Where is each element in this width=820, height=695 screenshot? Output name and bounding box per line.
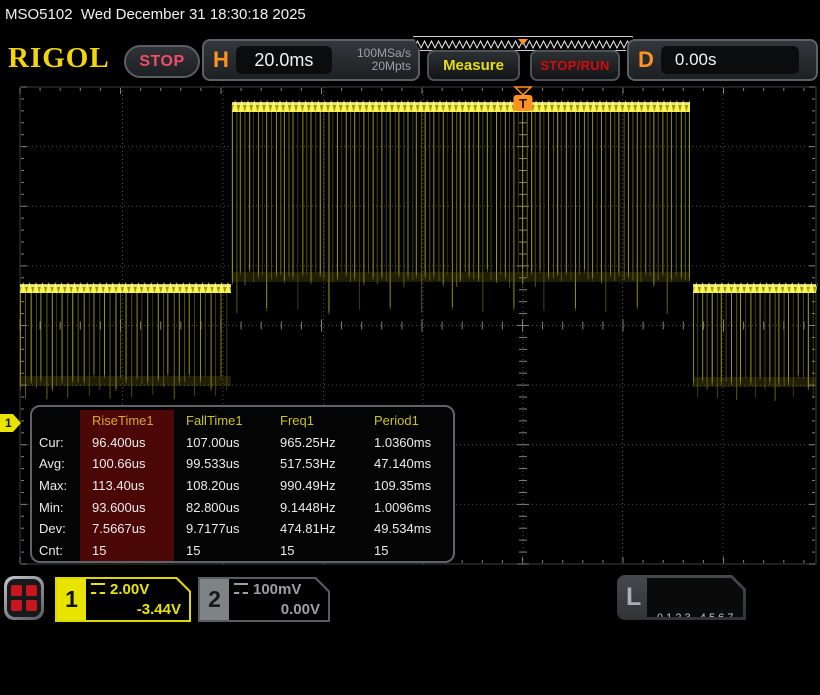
dc-coupling-icon	[91, 583, 105, 594]
measurement-value: 82.800us	[174, 496, 268, 518]
logic-label: L	[626, 583, 641, 612]
measurement-column-header: Freq1	[268, 410, 362, 432]
logic-channels-badge[interactable]: L 0 1 2 3 4 5 6 7 8 9 10 11 12 13 14 15	[617, 575, 746, 620]
measurement-row-label: Max:	[32, 475, 80, 497]
measurement-row-label: Cur:	[32, 432, 80, 454]
measurement-value: 113.40us	[80, 475, 174, 497]
measurement-row-label: Dev:	[32, 518, 80, 540]
measurement-value: 93.600us	[80, 496, 174, 518]
measurement-row-label: Min:	[32, 496, 80, 518]
channel2-scale: 100mV	[253, 581, 301, 598]
red-square-icon	[26, 600, 37, 611]
trigger-position-marker[interactable]: T	[514, 87, 533, 111]
measurement-value: 9.7177us	[174, 518, 268, 540]
measurement-row-label: Cnt:	[32, 540, 80, 562]
red-square-icon	[26, 585, 37, 596]
measurement-value: 47.140ms	[362, 453, 453, 475]
measurement-value: 109.35ms	[362, 475, 453, 497]
measurement-value: 15	[268, 540, 362, 562]
corner-cell	[32, 410, 80, 432]
measurement-value: 15	[362, 540, 453, 562]
channel1-waveform	[20, 100, 818, 401]
dc-coupling-icon	[234, 583, 248, 594]
measurement-value: 1.0360ms	[362, 432, 453, 454]
measurement-value: 965.25Hz	[268, 432, 362, 454]
trigger-marker-label: T	[519, 96, 527, 111]
channel2-number: 2	[200, 579, 229, 620]
measurement-column-header: RiseTime1	[80, 410, 174, 432]
measurement-value: 49.534ms	[362, 518, 453, 540]
channel1-badge[interactable]: 1 2.00V -3.44V	[55, 577, 191, 622]
measurement-column-header: Period1	[362, 410, 453, 432]
channel2-badge[interactable]: 2 100mV 0.00V	[198, 577, 330, 622]
measurement-value: 108.20us	[174, 475, 268, 497]
logic-channel-numbers: 0 1 2 3 4 5 6 7 8 9 10 11 12 13 14 15	[647, 578, 743, 617]
menu-windows-icon[interactable]	[4, 576, 44, 620]
measurement-value: 9.1448Hz	[268, 496, 362, 518]
measurement-value: 100.66us	[80, 453, 174, 475]
measurement-grid: RiseTime1FallTime1Freq1Period1 Cur:96.400…	[32, 407, 453, 563]
measurement-value: 107.00us	[174, 432, 268, 454]
measurement-column-header: FallTime1	[174, 410, 268, 432]
measurement-table: RiseTime1FallTime1Freq1Period1 Cur:96.400…	[30, 405, 455, 563]
channel2-offset: 0.00V	[281, 601, 320, 618]
measurement-value: 990.49Hz	[268, 475, 362, 497]
measurement-value: 517.53Hz	[268, 453, 362, 475]
channel1-scale: 2.00V	[110, 581, 149, 598]
measurement-value: 99.533us	[174, 453, 268, 475]
measurement-value: 474.81Hz	[268, 518, 362, 540]
measurement-value: 7.5667us	[80, 518, 174, 540]
measurement-value: 15	[80, 540, 174, 562]
red-square-icon	[11, 585, 22, 596]
channel1-number: 1	[57, 579, 86, 620]
measurement-value: 1.0096ms	[362, 496, 453, 518]
measurement-value: 15	[174, 540, 268, 562]
measurement-row-label: Avg:	[32, 453, 80, 475]
channel1-offset: -3.44V	[137, 601, 181, 618]
red-square-icon	[11, 600, 22, 611]
measurement-value: 96.400us	[80, 432, 174, 454]
